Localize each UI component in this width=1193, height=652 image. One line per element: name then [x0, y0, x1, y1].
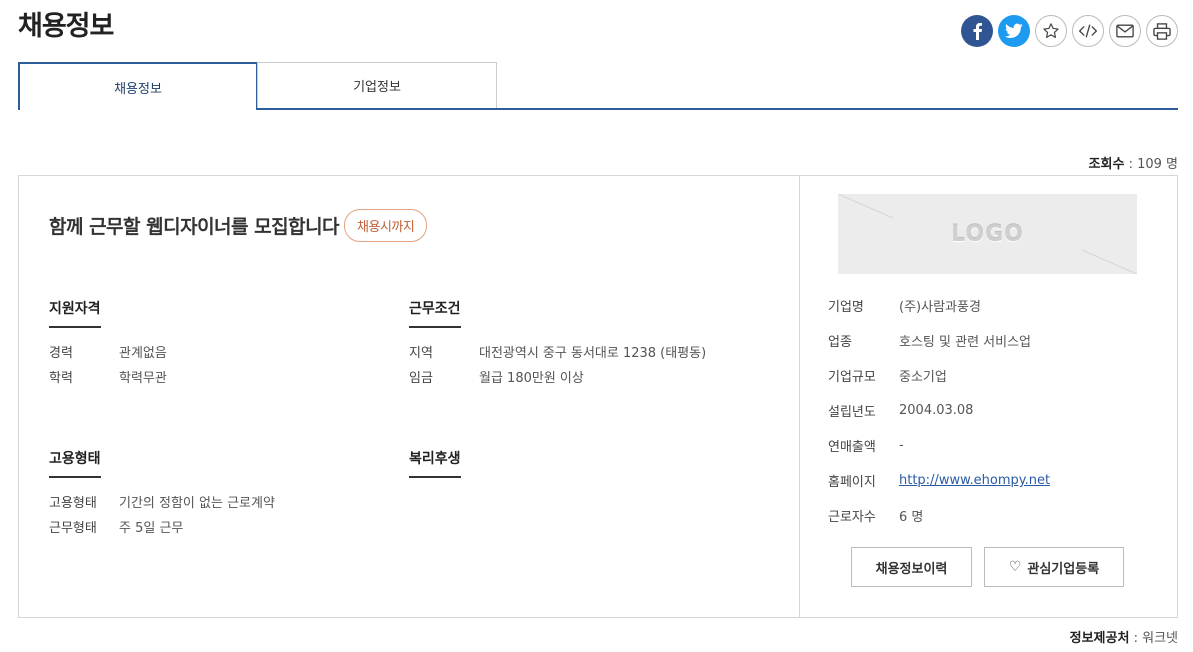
- company-info-row: 업종 호스팅 및 관련 서비스업: [828, 323, 1050, 358]
- company-actions: 채용정보이력 ♡ 관심기업등록: [851, 547, 1124, 587]
- info-key: 설립년도: [828, 405, 876, 420]
- info-row: 경력 관계없음: [49, 339, 167, 364]
- company-logo: LOGO: [838, 194, 1137, 274]
- info-row: 근무형태 주 5일 근무: [49, 514, 275, 539]
- tab-job-info[interactable]: 채용정보: [18, 62, 258, 110]
- job-detail-panel: 함께 근무할 웹디자이너를 모집합니다 채용시까지 지원자격 경력 관계없음 학력…: [18, 175, 1178, 618]
- row-value: 대전광역시 중구 동서대로 1238 (태평동): [479, 346, 707, 361]
- company-name: (주)사람과풍경: [899, 300, 981, 315]
- favorite-company-label: 관심기업등록: [1027, 561, 1100, 577]
- homepage-link[interactable]: http://www.ehompy.net: [899, 473, 1050, 488]
- homepage: http://www.ehompy.net: [899, 473, 1050, 488]
- info-key: 연매출액: [828, 440, 876, 455]
- annual-revenue: -: [899, 438, 904, 453]
- industry: 호스팅 및 관련 서비스업: [899, 335, 1031, 350]
- deadline-badge: 채용시까지: [344, 209, 428, 242]
- company-info-row: 설립년도 2004.03.08: [828, 393, 1050, 428]
- mail-share-button[interactable]: [1109, 15, 1141, 47]
- print-button[interactable]: [1146, 15, 1178, 47]
- row-key: 임금: [409, 371, 433, 386]
- print-icon: [1153, 22, 1171, 40]
- heart-icon: ♡: [1008, 559, 1022, 575]
- section-title-welfare: 복리후생: [409, 448, 461, 478]
- info-key: 기업규모: [828, 370, 876, 385]
- section-title-qualification: 지원자격: [49, 298, 101, 328]
- panel-divider: [799, 176, 800, 617]
- job-title: 함께 근무할 웹디자이너를 모집합니다: [49, 216, 340, 238]
- facebook-icon: [973, 23, 982, 40]
- company-info-row: 기업명 (주)사람과풍경: [828, 288, 1050, 323]
- founded-date: 2004.03.08: [899, 403, 974, 418]
- employment-list: 고용형태 기간의 정함이 없는 근로계약 근무형태 주 5일 근무: [49, 489, 275, 539]
- employee-count: 6 명: [899, 510, 924, 525]
- embed-code-button[interactable]: [1072, 15, 1104, 47]
- info-row: 학력 학력무관: [49, 364, 167, 389]
- company-info-row: 기업규모 중소기업: [828, 358, 1050, 393]
- tab-company-info[interactable]: 기업정보: [257, 62, 497, 108]
- row-key: 근무형태: [49, 521, 97, 536]
- page-title: 채용정보: [18, 11, 114, 42]
- company-info-row: 근로자수 6 명: [828, 498, 1050, 533]
- bookmark-button[interactable]: [1035, 15, 1067, 47]
- info-key: 업종: [828, 335, 852, 350]
- section-title-conditions: 근무조건: [409, 298, 461, 328]
- row-key: 경력: [49, 346, 73, 361]
- tab-bar: 채용정보 기업정보: [18, 62, 1178, 110]
- info-row: 지역 대전광역시 중구 동서대로 1238 (태평동): [409, 339, 706, 364]
- embed-code-icon: [1079, 24, 1097, 38]
- logo-text: LOGO: [951, 221, 1024, 247]
- mail-icon: [1116, 24, 1134, 38]
- job-title-row: 함께 근무할 웹디자이너를 모집합니다 채용시까지: [49, 209, 428, 242]
- row-value: 월급 180만원 이상: [479, 371, 584, 386]
- provider-value: 워크넷: [1142, 631, 1178, 646]
- row-key: 학력: [49, 371, 73, 386]
- facebook-share-button[interactable]: [961, 15, 993, 47]
- row-value: 기간의 정함이 없는 근로계약: [119, 496, 275, 511]
- row-key: 고용형태: [49, 496, 97, 511]
- twitter-icon: [1005, 23, 1023, 38]
- info-key: 홈페이지: [828, 475, 876, 490]
- view-count-label: 조회수: [1088, 157, 1125, 172]
- row-key: 지역: [409, 346, 433, 361]
- company-info-list: 기업명 (주)사람과풍경 업종 호스팅 및 관련 서비스업 기업규모 중소기업 설립년…: [828, 288, 1050, 533]
- row-value: 관계없음: [119, 346, 167, 361]
- view-count: 조회수 : 109 명: [1088, 157, 1178, 172]
- company-size: 중소기업: [899, 370, 947, 385]
- conditions-list: 지역 대전광역시 중구 동서대로 1238 (태평동) 임금 월급 180만원 이상: [409, 339, 706, 389]
- info-key: 근로자수: [828, 510, 876, 525]
- favorite-company-button[interactable]: ♡ 관심기업등록: [984, 547, 1124, 587]
- row-value: 학력무관: [119, 371, 167, 386]
- star-icon: [1043, 23, 1059, 38]
- provider-label: 정보제공처: [1069, 631, 1130, 646]
- share-toolbar: [961, 15, 1178, 47]
- info-key: 기업명: [828, 300, 864, 315]
- info-row: 임금 월급 180만원 이상: [409, 364, 706, 389]
- row-value: 주 5일 근무: [119, 521, 184, 536]
- qualification-list: 경력 관계없음 학력 학력무관: [49, 339, 167, 389]
- info-provider: 정보제공처 : 워크넷: [1069, 631, 1178, 646]
- view-count-value: 109 명: [1137, 157, 1178, 172]
- twitter-share-button[interactable]: [998, 15, 1030, 47]
- company-info-row: 홈페이지 http://www.ehompy.net: [828, 463, 1050, 498]
- job-history-button[interactable]: 채용정보이력: [851, 547, 972, 587]
- info-row: 고용형태 기간의 정함이 없는 근로계약: [49, 489, 275, 514]
- section-title-employment: 고용형태: [49, 448, 101, 478]
- company-info-row: 연매출액 -: [828, 428, 1050, 463]
